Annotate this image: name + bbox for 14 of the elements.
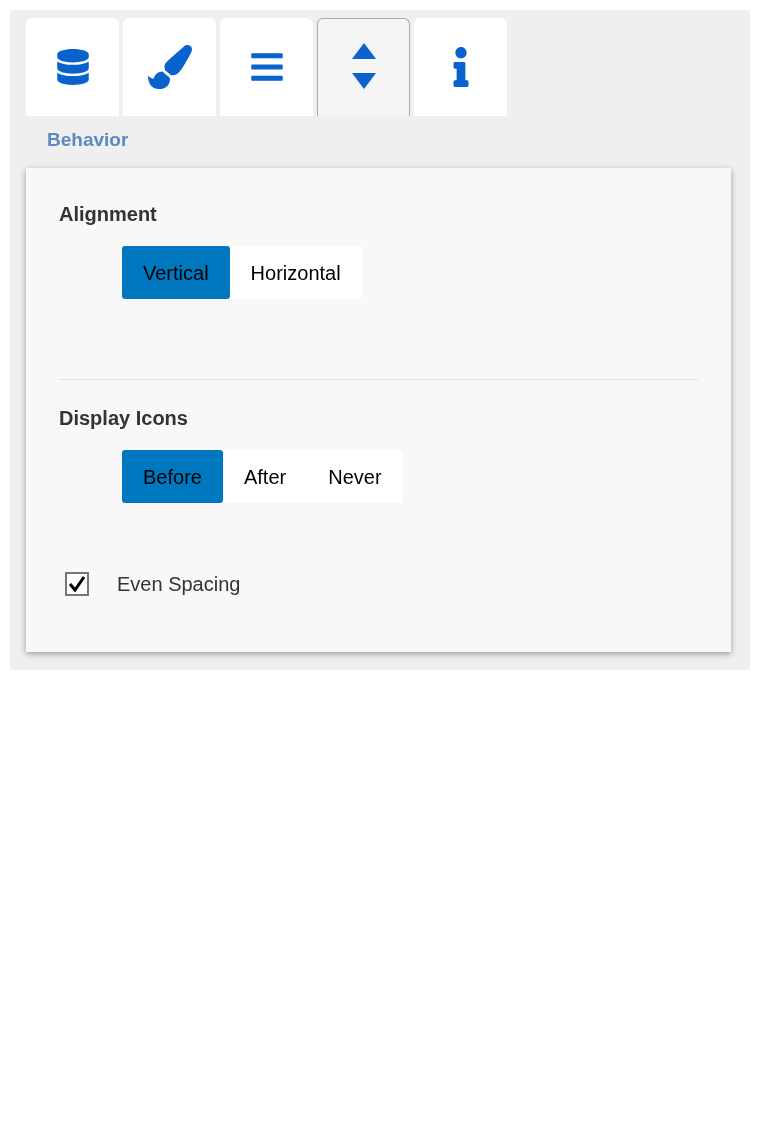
segment-option[interactable]: Before — [122, 450, 223, 503]
brush-icon — [147, 45, 192, 89]
group-title: Display Icons — [59, 406, 189, 430]
tab[interactable] — [26, 18, 119, 116]
tab[interactable] — [220, 18, 313, 116]
checkbox[interactable] — [65, 572, 89, 596]
tab[interactable] — [414, 18, 507, 116]
tab[interactable] — [317, 18, 410, 116]
segment-option[interactable]: Vertical — [122, 246, 230, 299]
section-title: Behavior — [46, 128, 130, 152]
tab[interactable] — [123, 18, 216, 116]
database-icon — [54, 49, 91, 85]
group-title: Alignment — [59, 202, 158, 226]
checkbox-label: Even Spacing — [117, 572, 241, 597]
